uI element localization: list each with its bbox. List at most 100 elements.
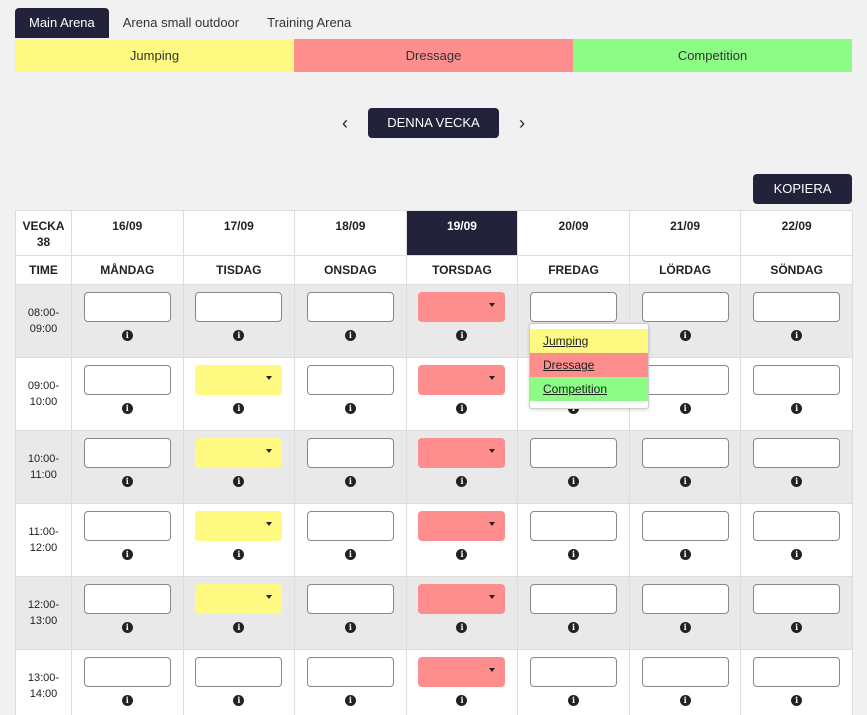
info-icon[interactable]: i [456,549,468,560]
info-icon[interactable]: i [344,549,356,560]
booking-select-empty[interactable] [530,657,618,687]
info-icon[interactable]: i [679,695,691,706]
info-icon[interactable]: i [121,476,133,487]
chevron-left-icon[interactable]: ‹ [336,113,354,133]
booking-select-empty[interactable] [306,292,394,322]
info-icon[interactable]: i [456,476,468,487]
booking-select-empty[interactable] [753,438,841,468]
booking-select-empty[interactable] [306,511,394,541]
info-icon[interactable]: i [233,549,245,560]
booking-select-empty[interactable] [530,438,618,468]
booking-select-empty[interactable] [83,657,171,687]
booking-select-empty[interactable] [753,511,841,541]
booking-select-jumping[interactable] [195,365,283,395]
booking-select-jumping[interactable] [195,584,283,614]
legend-jumping[interactable]: Jumping [15,39,294,72]
info-icon[interactable]: i [791,695,803,706]
booking-select-dressage[interactable] [418,438,506,468]
info-icon[interactable]: i [456,695,468,706]
booking-select-empty[interactable] [753,292,841,322]
booking-select-empty[interactable] [753,657,841,687]
info-icon[interactable]: i [121,403,133,414]
info-icon[interactable]: i [679,622,691,633]
booking-select-empty[interactable] [83,511,171,541]
booking-select-dressage[interactable] [418,292,506,322]
time-start: 10:00- [27,453,60,465]
booking-select-empty[interactable] [641,365,729,395]
info-icon[interactable]: i [791,622,803,633]
booking-select-empty[interactable] [641,584,729,614]
info-icon[interactable]: i [344,476,356,487]
booking-select-dressage[interactable] [418,365,506,395]
booking-select-empty[interactable] [641,657,729,687]
info-icon[interactable]: i [344,622,356,633]
info-icon[interactable]: i [791,476,803,487]
info-icon[interactable]: i [568,695,580,706]
info-icon[interactable]: i [568,476,580,487]
info-icon[interactable]: i [121,622,133,633]
info-icon[interactable]: i [344,695,356,706]
booking-select-empty[interactable] [641,292,729,322]
info-icon[interactable]: i [568,622,580,633]
booking-cell: i [405,576,519,650]
info-icon[interactable]: i [679,330,691,341]
booking-select-empty[interactable] [753,584,841,614]
info-icon[interactable]: i [679,549,691,560]
tab-training-arena[interactable]: Training Arena [253,8,365,38]
tab-arena-small-outdoor[interactable]: Arena small outdoor [109,8,253,38]
copy-button[interactable]: KOPIERA [753,174,852,204]
info-icon[interactable]: i [679,476,691,487]
booking-select-empty[interactable] [306,365,394,395]
booking-select-empty[interactable] [530,292,618,322]
info-icon[interactable]: i [791,330,803,341]
booking-select-empty[interactable] [641,511,729,541]
info-icon[interactable]: i [568,549,580,560]
booking-select-empty[interactable] [530,511,618,541]
booking-select-empty[interactable] [83,584,171,614]
booking-select-empty[interactable] [530,584,618,614]
booking-select-jumping[interactable] [195,511,283,541]
info-icon[interactable]: i [121,695,133,706]
booking-cell: i [182,503,296,577]
info-icon[interactable]: i [791,403,803,414]
info-icon[interactable]: i [456,330,468,341]
day-header: LÖRDAG [628,255,742,285]
info-icon[interactable]: i [344,403,356,414]
legend-dressage[interactable]: Dressage [294,39,573,72]
booking-cell: i [294,357,407,431]
booking-select-empty[interactable] [306,657,394,687]
date-header: 21/09 [628,210,742,256]
info-icon[interactable]: i [456,403,468,414]
booking-select-empty[interactable] [83,292,171,322]
legend-competition[interactable]: Competition [573,39,852,72]
booking-select-empty[interactable] [306,438,394,468]
booking-select-empty[interactable] [641,438,729,468]
tab-main-arena[interactable]: Main Arena [15,8,109,38]
info-icon[interactable]: i [791,549,803,560]
booking-select-empty[interactable] [306,584,394,614]
info-icon[interactable]: i [456,622,468,633]
info-icon[interactable]: i [233,476,245,487]
info-icon[interactable]: i [679,403,691,414]
booking-select-empty[interactable] [195,292,283,322]
booking-select-dressage[interactable] [418,657,506,687]
info-icon[interactable]: i [344,330,356,341]
this-week-button[interactable]: DENNA VECKA [368,108,499,138]
info-icon[interactable]: i [233,695,245,706]
info-icon[interactable]: i [233,330,245,341]
info-icon[interactable]: i [121,330,133,341]
booking-select-empty[interactable] [83,365,171,395]
dropdown-option-jumping[interactable]: Jumping [530,329,648,353]
booking-select-jumping[interactable] [195,438,283,468]
info-icon[interactable]: i [233,622,245,633]
chevron-right-icon[interactable]: › [513,113,531,133]
info-icon[interactable]: i [121,549,133,560]
booking-select-dressage[interactable] [418,511,506,541]
dropdown-option-dressage[interactable]: Dressage [530,353,648,377]
booking-select-empty[interactable] [195,657,283,687]
info-icon[interactable]: i [233,403,245,414]
booking-select-dressage[interactable] [418,584,506,614]
dropdown-option-competition[interactable]: Competition [530,377,648,401]
booking-select-empty[interactable] [753,365,841,395]
booking-select-empty[interactable] [83,438,171,468]
